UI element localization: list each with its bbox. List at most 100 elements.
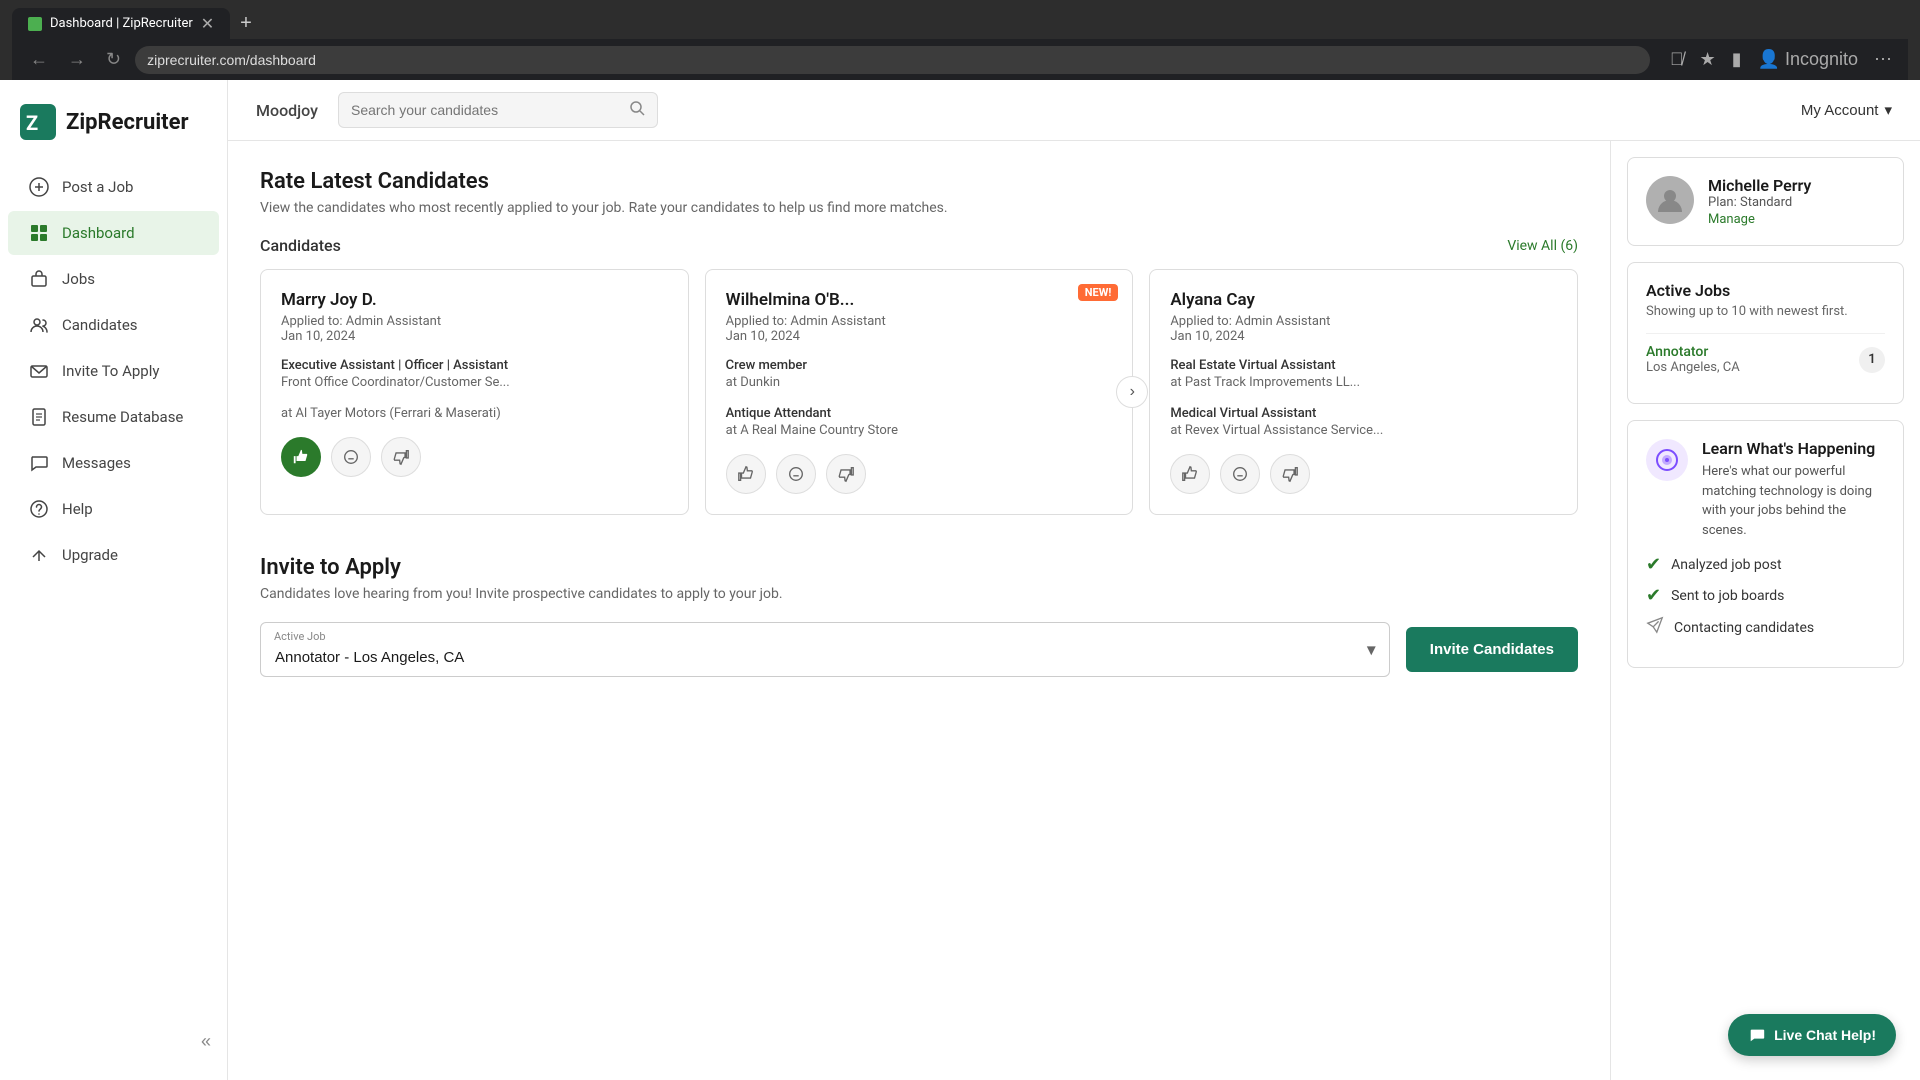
check-icon-1: ✔ bbox=[1646, 554, 1661, 575]
active-jobs-title: Active Jobs bbox=[1646, 281, 1885, 300]
active-job-select[interactable]: Annotator - Los Angeles, CA bbox=[260, 622, 1390, 677]
applied-date-3: Jan 10, 2024 bbox=[1170, 329, 1557, 344]
learn-header: Learn What's Happening Here's what our p… bbox=[1646, 439, 1885, 540]
sidebar-collapse-button[interactable]: « bbox=[201, 1031, 211, 1052]
active-tab[interactable]: Dashboard | ZipRecruiter ✕ bbox=[12, 8, 230, 39]
manage-link[interactable]: Manage bbox=[1708, 212, 1811, 227]
jobs-icon bbox=[28, 268, 50, 290]
status-item-1: ✔ Analyzed job post bbox=[1646, 554, 1885, 575]
sidebar-item-candidates[interactable]: Candidates bbox=[8, 303, 219, 347]
thumbs-up-button-3[interactable] bbox=[1170, 454, 1210, 494]
messages-icon bbox=[28, 452, 50, 474]
address-bar[interactable] bbox=[135, 46, 1650, 74]
logo-area: Z ZipRecruiter bbox=[0, 96, 227, 164]
thumbs-neutral-button-3[interactable] bbox=[1220, 454, 1260, 494]
extensions-button[interactable]: ⋯ bbox=[1870, 45, 1896, 74]
learn-desc: Here's what our powerful matching techno… bbox=[1702, 462, 1885, 540]
status-label-3: Contacting candidates bbox=[1674, 620, 1814, 636]
sidebar-collapse-area: « bbox=[0, 1019, 227, 1064]
thumbs-down-button-1[interactable] bbox=[381, 437, 421, 477]
sidebar-item-label-post-job: Post a Job bbox=[62, 178, 133, 196]
tab-close-button[interactable]: ✕ bbox=[201, 14, 214, 33]
sidebar-item-label-candidates: Candidates bbox=[62, 316, 138, 334]
sidebar-item-resume-database[interactable]: Resume Database bbox=[8, 395, 219, 439]
new-tab-button[interactable]: + bbox=[232, 8, 260, 39]
search-input[interactable] bbox=[351, 102, 621, 118]
tab-title: Dashboard | ZipRecruiter bbox=[50, 16, 193, 31]
dashboard-icon bbox=[28, 222, 50, 244]
top-bar: Moodjoy My Account ▾ bbox=[228, 80, 1920, 141]
thumbs-neutral-button-2[interactable] bbox=[776, 454, 816, 494]
company-2b: at A Real Maine Country Store bbox=[726, 423, 1113, 438]
candidate-name-2: Wilhelmina O'B... bbox=[726, 290, 1113, 310]
applied-to-3: Applied to: Admin Assistant bbox=[1170, 314, 1557, 329]
thumbs-neutral-button-1[interactable] bbox=[331, 437, 371, 477]
plan-label: Plan: bbox=[1708, 195, 1737, 210]
invite-icon bbox=[28, 360, 50, 382]
eye-off-icon[interactable]: 👁̸ bbox=[1666, 45, 1688, 74]
thumbs-down-button-3[interactable] bbox=[1270, 454, 1310, 494]
sidebar-item-post-job[interactable]: Post a Job bbox=[8, 165, 219, 209]
svg-text:Z: Z bbox=[26, 111, 38, 135]
candidates-label: Candidates bbox=[260, 236, 341, 255]
job-title-3a: Real Estate Virtual Assistant bbox=[1170, 358, 1557, 373]
thumbs-down-button-2[interactable] bbox=[826, 454, 866, 494]
plan-value: Standard bbox=[1740, 195, 1792, 210]
status-item-2: ✔ Sent to job boards bbox=[1646, 585, 1885, 606]
sidebar-item-label-help: Help bbox=[62, 500, 93, 518]
check-icon-2: ✔ bbox=[1646, 585, 1661, 606]
bookmark-icon[interactable]: ★ bbox=[1695, 45, 1719, 74]
search-bar bbox=[338, 92, 658, 128]
active-job-row-1: Annotator Los Angeles, CA 1 bbox=[1646, 333, 1885, 385]
job-title-1a: Executive Assistant | Officer | Assistan… bbox=[281, 358, 668, 373]
avatar bbox=[1646, 176, 1694, 224]
active-job-title-link[interactable]: Annotator bbox=[1646, 344, 1740, 360]
candidate-card-1: Marry Joy D. Applied to: Admin Assistant… bbox=[260, 269, 689, 515]
active-job-label: Active Job bbox=[274, 630, 326, 643]
company-2a: at Dunkin bbox=[726, 375, 1113, 390]
company-name: Moodjoy bbox=[256, 101, 318, 120]
company-3a: at Past Track Improvements LL... bbox=[1170, 375, 1557, 390]
split-view-icon[interactable]: ▮ bbox=[1728, 45, 1746, 74]
refresh-button[interactable]: ↻ bbox=[100, 45, 127, 74]
ziprecruiter-logo-icon: Z bbox=[20, 104, 56, 140]
search-icon bbox=[629, 100, 645, 120]
forward-button[interactable]: → bbox=[62, 45, 92, 74]
incognito-button[interactable]: 👤 Incognito bbox=[1754, 45, 1862, 74]
rating-buttons-1 bbox=[281, 437, 668, 477]
upgrade-icon bbox=[28, 544, 50, 566]
sidebar-item-help[interactable]: Help bbox=[8, 487, 219, 531]
active-job-location: Los Angeles, CA bbox=[1646, 360, 1740, 375]
sidebar-item-messages[interactable]: Messages bbox=[8, 441, 219, 485]
account-button[interactable]: My Account ▾ bbox=[1801, 101, 1892, 119]
post-job-icon bbox=[28, 176, 50, 198]
view-all-link[interactable]: View All (6) bbox=[1507, 238, 1578, 254]
next-arrow-button[interactable]: › bbox=[1116, 376, 1148, 408]
job-title-2a: Crew member bbox=[726, 358, 1113, 373]
sidebar-item-label-jobs: Jobs bbox=[62, 270, 95, 288]
help-icon bbox=[28, 498, 50, 520]
applied-to-2: Applied to: Admin Assistant bbox=[726, 314, 1113, 329]
sidebar-item-label-invite: Invite To Apply bbox=[62, 362, 159, 380]
invite-candidates-button[interactable]: Invite Candidates bbox=[1406, 627, 1578, 672]
main-content: Moodjoy My Account ▾ Rate Latest Candida… bbox=[228, 80, 1920, 1080]
status-item-3: Contacting candidates bbox=[1646, 616, 1885, 639]
sidebar-item-jobs[interactable]: Jobs bbox=[8, 257, 219, 301]
back-button[interactable]: ← bbox=[24, 45, 54, 74]
sidebar-item-upgrade[interactable]: Upgrade bbox=[8, 533, 219, 577]
candidates-icon bbox=[28, 314, 50, 336]
applied-date-1: Jan 10, 2024 bbox=[281, 329, 668, 344]
thumbs-up-button-2[interactable] bbox=[726, 454, 766, 494]
browser-actions: 👁̸ ★ ▮ 👤 Incognito ⋯ bbox=[1666, 45, 1896, 74]
new-badge-2: NEW! bbox=[1078, 284, 1119, 301]
account-label: My Account bbox=[1801, 102, 1879, 119]
sidebar-item-label-resume: Resume Database bbox=[62, 408, 183, 426]
sidebar-item-dashboard[interactable]: Dashboard bbox=[8, 211, 219, 255]
live-chat-button[interactable]: Live Chat Help! bbox=[1728, 1014, 1896, 1056]
thumbs-up-button-1[interactable] bbox=[281, 437, 321, 477]
profile-plan: Plan: Standard bbox=[1708, 195, 1811, 210]
candidate-card-3: Alyana Cay Applied to: Admin Assistant J… bbox=[1149, 269, 1578, 515]
main-panel: Rate Latest Candidates View the candidat… bbox=[228, 141, 1610, 1080]
sidebar-item-invite-to-apply[interactable]: Invite To Apply bbox=[8, 349, 219, 393]
candidate-card-2: NEW! Wilhelmina O'B... Applied to: Admin… bbox=[705, 269, 1134, 515]
